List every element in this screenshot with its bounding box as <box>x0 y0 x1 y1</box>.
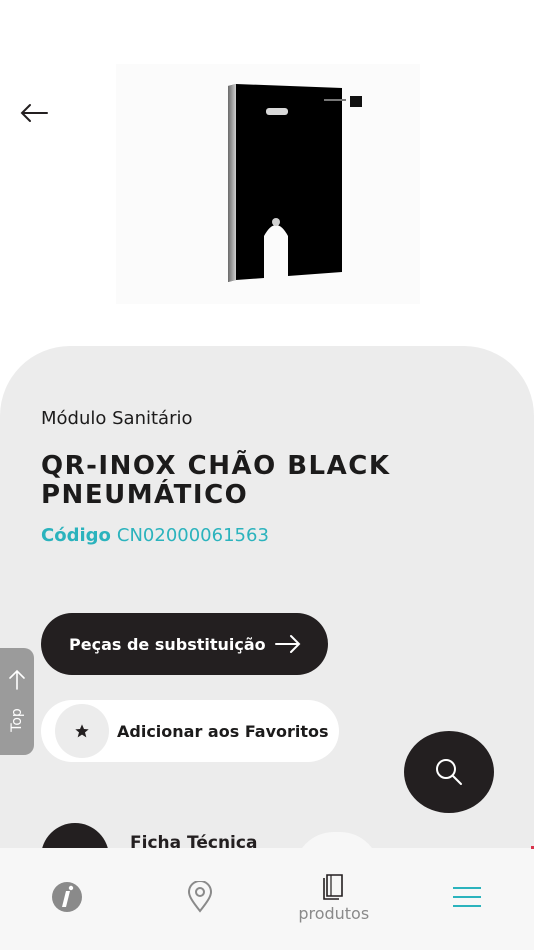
add-to-favorites-label: Adicionar aos Favoritos <box>117 721 329 741</box>
brand-logo-icon <box>51 882 82 912</box>
product-code: Código CN02000061563 <box>41 525 269 546</box>
arrow-right-icon <box>275 635 301 653</box>
product-category: Módulo Sanitário <box>41 408 193 429</box>
catalog-book-icon <box>322 873 343 900</box>
product-title: QR-INOX CHÃO BLACK PNEUMÁTICO <box>41 451 391 510</box>
nav-item-products[interactable]: produtos <box>267 848 401 950</box>
bottom-navigation: produtos <box>0 848 534 950</box>
location-pin-icon <box>188 881 213 913</box>
star-icon <box>55 704 109 758</box>
replacement-parts-label: Peças de substituição <box>69 634 266 654</box>
nav-item-home[interactable] <box>0 848 134 950</box>
search-button[interactable] <box>404 731 494 813</box>
scroll-to-top-label: Top <box>9 708 25 732</box>
product-code-label: Código <box>41 525 111 546</box>
arrow-up-icon <box>9 669 25 690</box>
hamburger-menu-icon <box>453 887 482 907</box>
search-icon <box>436 759 462 785</box>
replacement-parts-button[interactable]: Peças de substituição <box>41 613 328 675</box>
arrow-left-icon <box>20 104 48 122</box>
back-button[interactable] <box>16 96 52 130</box>
product-image <box>116 64 420 304</box>
add-to-favorites-button[interactable]: Adicionar aos Favoritos <box>41 700 339 762</box>
nav-item-menu[interactable] <box>401 848 534 950</box>
nav-item-locations[interactable] <box>134 848 268 950</box>
scroll-to-top-tab[interactable]: Top <box>0 648 34 755</box>
product-code-value: CN02000061563 <box>116 525 269 546</box>
nav-item-products-label: produtos <box>298 903 370 923</box>
